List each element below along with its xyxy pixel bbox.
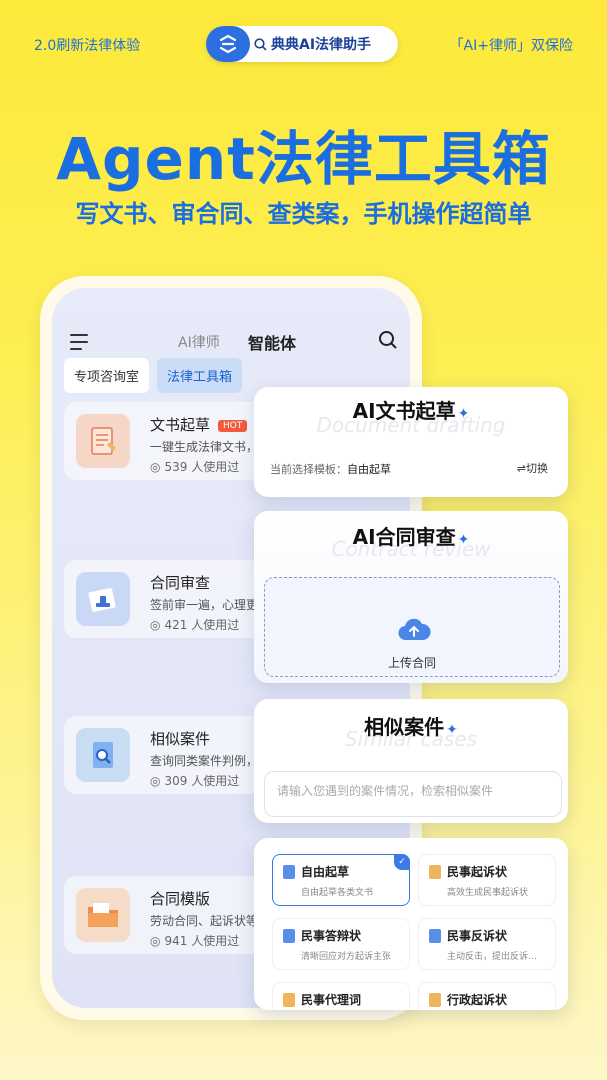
app-logo-icon (206, 26, 250, 62)
sparkle-icon: ✦ (457, 532, 470, 548)
template-civil-defense[interactable]: 民事答辩状 清晰回应对方起诉主张 (272, 918, 410, 970)
panel-title: AI合同审查 (352, 525, 456, 549)
template-title: 民事反诉状 (447, 929, 508, 943)
card-title: 文书起草 (150, 416, 211, 434)
chip-consult-room[interactable]: 专项咨询室 (64, 358, 150, 393)
template-desc: 高效生成民事起诉状 (447, 888, 529, 898)
version-tagline: 2.0刷新法律体验 (34, 38, 141, 54)
card-desc: 劳动合同、起诉状等 (150, 914, 259, 928)
card-desc: 一键生成法律文书， (150, 440, 259, 454)
menu-icon[interactable] (70, 334, 88, 355)
card-title: 相似案件 (150, 730, 211, 748)
card-usage: 421 人使用过 (164, 618, 240, 632)
template-title: 行政起诉状 (447, 993, 508, 1007)
cloud-upload-icon (398, 618, 431, 641)
app-brand-pill[interactable]: 典典AI法律助手 (206, 26, 398, 62)
top-bar: 2.0刷新法律体验 典典AI法律助手 「AI+律师」双保险 (0, 24, 607, 64)
template-civil-counterclaim[interactable]: 民事反诉状 主动反击，提出反诉… (418, 918, 556, 970)
document-icon (429, 993, 441, 1007)
card-title: 合同模版 (150, 890, 211, 908)
template-civil-complaint[interactable]: 民事起诉状 高效生成民事起诉状 (418, 854, 556, 906)
upload-contract-dropzone[interactable]: 上传合同 (264, 577, 560, 677)
panel-title: 相似案件 (364, 715, 445, 739)
chip-legal-toolbox[interactable]: 法律工具箱 (157, 358, 243, 393)
app-brand-name: 典典AI法律助手 (271, 37, 372, 53)
courthouse-icon (429, 929, 441, 943)
tab-ai-lawyer[interactable]: AI律师 (178, 332, 220, 352)
courthouse-icon (283, 929, 295, 943)
upload-label: 上传合同 (387, 656, 436, 670)
case-search-icon (76, 728, 130, 782)
tab-agent[interactable]: 智能体 (248, 330, 296, 354)
card-usage: 309 人使用过 (164, 774, 240, 788)
case-search-input[interactable]: 请输入您遇到的案件情况，检索相似案件 (264, 771, 562, 817)
card-usage: 539 人使用过 (164, 460, 240, 474)
panel-ai-drafting: Document drafting AI文书起草 ✦ 当前选择模板：自由起草 ⇌切… (254, 387, 568, 497)
hot-badge: HOT (218, 420, 248, 432)
sparkle-icon: ✦ (457, 406, 470, 422)
chat-bubble-icon: ◎ (150, 933, 161, 948)
panel-title: AI文书起草 (352, 399, 456, 423)
app-nav-bar: AI律师 智能体 (52, 326, 410, 356)
contract-stamp-icon (76, 572, 130, 626)
hero-headline: Agent法律工具箱 (56, 125, 551, 193)
hero-subline: 写文书、审合同、查类案，手机操作超简单 (75, 200, 532, 228)
search-icon[interactable] (378, 330, 398, 350)
template-title: 民事答辩状 (301, 929, 362, 943)
folder-icon (76, 888, 130, 942)
document-icon (429, 865, 441, 879)
dual-guarantee-tagline: 「AI+律师」双保险 (449, 38, 573, 54)
card-desc: 签前审一遍，心理更 (150, 598, 259, 612)
template-desc: 清晰回应对方起诉主张 (301, 952, 392, 962)
chat-bubble-icon: ◎ (150, 773, 161, 788)
panel-ai-contract-review: Contract review AI合同审查 ✦ 上传合同 (254, 511, 568, 683)
template-civil-agency-brief[interactable]: 民事代理词 (272, 982, 410, 1010)
panel-similar-cases: Similar cases 相似案件 ✦ 请输入您遇到的案件情况，检索相似案件 (254, 699, 568, 823)
template-title: 民事起诉状 (447, 865, 508, 879)
template-title: 民事代理词 (301, 993, 362, 1007)
document-icon (283, 993, 295, 1007)
check-icon: ✓ (394, 854, 410, 870)
chat-bubble-icon: ◎ (150, 459, 161, 474)
card-title: 合同审查 (150, 574, 211, 592)
template-desc: 自由起草各类文书 (301, 888, 374, 898)
template-label: 当前选择模板： (270, 463, 347, 476)
card-desc: 查询同类案件判例， (150, 754, 259, 768)
template-title: 自由起草 (301, 865, 350, 879)
chat-bubble-icon: ◎ (150, 617, 161, 632)
sparkle-icon: ✦ (446, 722, 458, 738)
document-icon (283, 865, 295, 879)
template-free-draft[interactable]: 自由起草 自由起草各类文书 ✓ (272, 854, 410, 906)
template-admin-complaint[interactable]: 行政起诉状 (418, 982, 556, 1010)
template-value: 自由起草 (347, 463, 391, 476)
search-icon (254, 37, 267, 51)
template-desc: 主动反击，提出反诉… (447, 952, 538, 962)
card-usage: 941 人使用过 (164, 934, 240, 948)
document-draft-icon (76, 414, 130, 468)
panel-template-grid: 自由起草 自由起草各类文书 ✓ 民事起诉状 高效生成民事起诉状 民事答辩状 清晰… (254, 838, 568, 1010)
switch-template-button[interactable]: ⇌切换 (517, 460, 548, 476)
